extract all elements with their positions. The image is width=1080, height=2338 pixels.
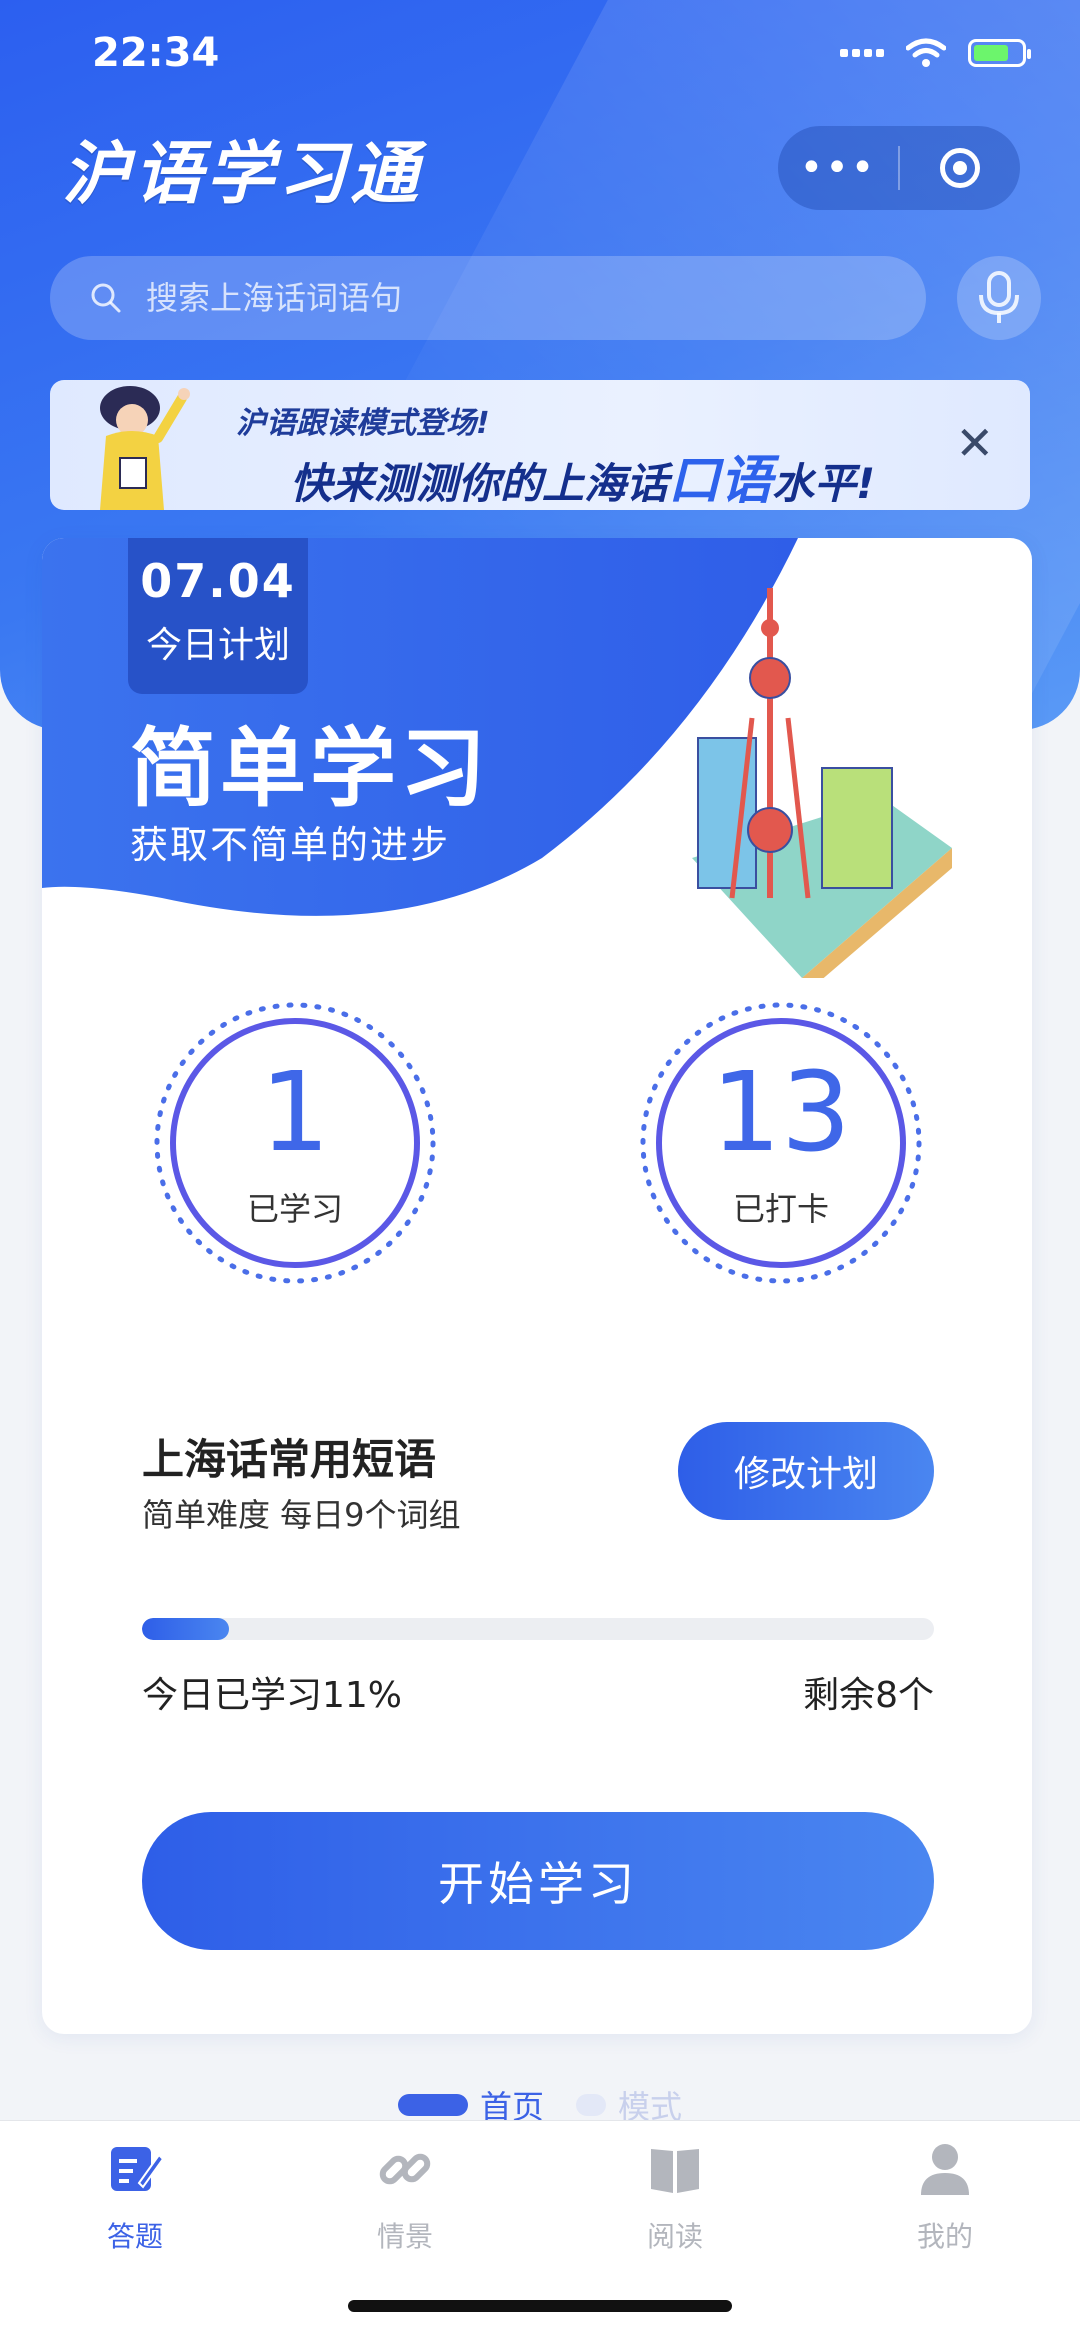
shanghai-tower-illustration-icon xyxy=(692,588,952,978)
learned-label: 已学习 xyxy=(246,1190,343,1228)
user-icon xyxy=(921,2144,969,2195)
stat-checkin: 13 已打卡 xyxy=(636,998,926,1288)
edit-plan-button[interactable]: 修改计划 xyxy=(678,1422,934,1520)
page-dot-active xyxy=(397,2094,468,2116)
tab-scenario[interactable]: 情景 xyxy=(270,2137,540,2255)
stat-learned: 1 已学习 xyxy=(150,998,440,1288)
banner-headline: 沪语跟读模式登场! xyxy=(236,406,490,441)
course-title: 上海话常用短语 xyxy=(142,1435,437,1484)
checkin-count: 13 xyxy=(711,1048,851,1176)
remaining-text: 剩余8个 xyxy=(803,1675,934,1716)
more-button[interactable]: ••• xyxy=(778,145,898,191)
tab-mine[interactable]: 我的 xyxy=(810,2137,1080,2255)
tab-reading-label: 阅读 xyxy=(646,2220,703,2253)
tab-quiz-label: 答题 xyxy=(106,2220,163,2253)
close-program-button[interactable] xyxy=(900,148,1020,188)
slogan-subtitle: 获取不简单的进步 xyxy=(130,823,451,867)
signal-icon xyxy=(840,49,884,57)
status-icons xyxy=(840,38,1031,68)
banner-subline: 快来测测你的上海话口语水平! xyxy=(290,438,875,510)
banner-subline-text: 快来测测你的上海话 xyxy=(290,459,669,508)
daily-progress-bar xyxy=(142,1618,934,1640)
promo-banner[interactable]: 沪语跟读模式登场! 快来测测你的上海话口语水平! ✕ xyxy=(50,380,1030,510)
tab-quiz[interactable]: 答题 xyxy=(0,2137,270,2255)
girl-illustration-icon xyxy=(100,386,190,510)
plan-date-label: 今日计划 xyxy=(145,625,290,666)
slogan-title: 简单学习 xyxy=(130,719,490,819)
app-title: 沪语学习通 xyxy=(62,135,423,214)
close-icon[interactable]: ✕ xyxy=(955,416,994,470)
battery-icon xyxy=(968,39,1031,67)
plan-date: 07.04 xyxy=(140,554,296,608)
tab-scenario-label: 情景 xyxy=(376,2220,433,2253)
learned-count: 1 xyxy=(260,1048,330,1176)
tab-reading[interactable]: 阅读 xyxy=(540,2137,810,2255)
link-icon xyxy=(379,2153,431,2185)
progress-fill xyxy=(142,1618,230,1640)
search-bar[interactable] xyxy=(50,256,926,340)
date-tag: 07.04 今日计划 xyxy=(128,538,308,694)
start-learning-button[interactable]: 开始学习 xyxy=(142,1812,934,1950)
voice-search-button[interactable] xyxy=(957,256,1041,340)
search-icon xyxy=(91,283,121,313)
status-time: 22:34 xyxy=(92,30,220,76)
microphone-icon xyxy=(979,271,1019,323)
book-icon xyxy=(651,2149,699,2193)
status-bar: 22:34 xyxy=(0,0,1080,110)
course-subtitle: 简单难度 每日9个词组 xyxy=(142,1496,461,1534)
home-indicator xyxy=(348,2300,732,2312)
page-dot-inactive xyxy=(576,2094,606,2116)
progress-text: 今日已学习11% xyxy=(142,1675,403,1716)
quiz-icon xyxy=(111,2147,165,2191)
wifi-icon xyxy=(906,38,946,67)
study-plan-card: 07.04 今日计划 简单学习 获取不简单的进步 1 已学习 13 已打卡 上海… xyxy=(42,538,1032,2034)
checkin-label: 已打卡 xyxy=(732,1190,829,1228)
banner-subline-end: 水平! xyxy=(772,459,876,508)
tab-mine-label: 我的 xyxy=(916,2220,973,2253)
target-icon xyxy=(940,148,980,188)
banner-highlight: 口语 xyxy=(668,451,773,510)
mini-program-capsule: ••• xyxy=(778,126,1020,210)
search-input[interactable] xyxy=(144,278,848,318)
